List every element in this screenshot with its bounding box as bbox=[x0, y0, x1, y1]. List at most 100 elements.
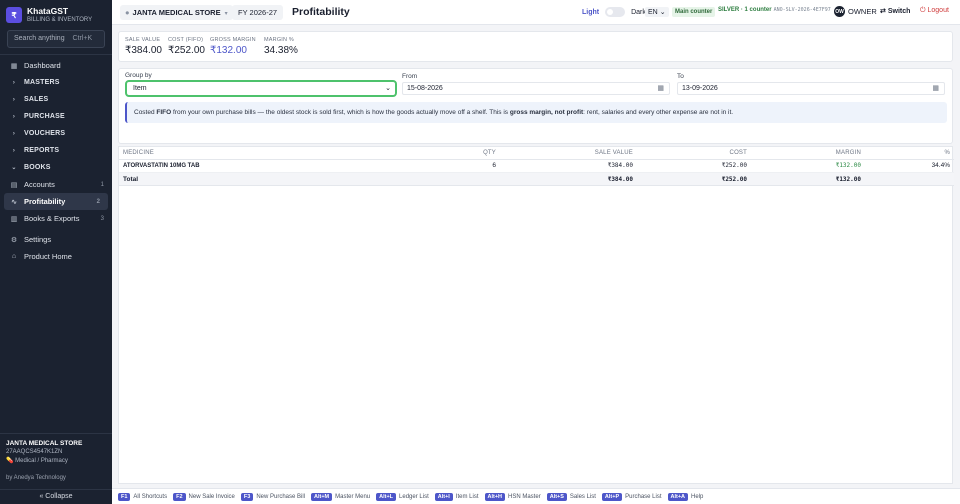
note-text: Costed bbox=[134, 109, 157, 116]
shortcut-item-list[interactable]: Alt+I Item List bbox=[434, 492, 479, 501]
shortcut-help[interactable]: Alt+A Help bbox=[667, 492, 703, 501]
sidebar-item-label: REPORTS bbox=[24, 147, 60, 154]
shortcut-key: F3 bbox=[240, 492, 254, 501]
shortcut-label: New Purchase Bill bbox=[256, 493, 305, 500]
total-label: Total bbox=[123, 176, 139, 183]
shortcut-ledger-list[interactable]: Alt+L Ledger List bbox=[376, 492, 429, 501]
topbar: ● JANTA MEDICAL STORE ▾ FY 2026-27 Profita… bbox=[112, 0, 960, 25]
group-by-value: Item bbox=[133, 85, 147, 92]
cell-margin: ₹132.00 bbox=[835, 162, 861, 169]
gear-icon: ⚙ bbox=[10, 236, 18, 244]
sidebar-item-label: PURCHASE bbox=[24, 113, 65, 120]
shortcut-purchase-list[interactable]: Alt+P Purchase List bbox=[601, 492, 662, 501]
search-placeholder: Search anything bbox=[14, 35, 65, 42]
cell-percent: 34.4% bbox=[931, 162, 950, 169]
trend-icon: ∿ bbox=[11, 198, 17, 206]
table-row[interactable]: ATORVASTATIN 10MG TAB 6 ₹384.00 ₹252.00 … bbox=[119, 159, 954, 173]
profitability-table: MEDICINE QTY SALE VALUE COST MARGIN % AT… bbox=[118, 146, 954, 484]
table-total-row: Total ₹384.00 ₹252.00 ₹132.00 bbox=[119, 173, 954, 186]
search-input[interactable]: Search anything Ctrl+K bbox=[7, 30, 105, 48]
note-text: from your own purchase bills — the oldes… bbox=[171, 109, 510, 116]
counter-badge[interactable]: Main counter bbox=[672, 7, 716, 17]
sidebar-item-label: BOOKS bbox=[24, 164, 51, 171]
shortcut-all[interactable]: F1 All Shortcuts bbox=[118, 492, 167, 501]
to-label: To bbox=[677, 73, 684, 80]
shortcut-label: Item List bbox=[455, 493, 479, 500]
license-badge: SILVER · 1 counter ANO-SLV-2026-4E7F97 bbox=[718, 7, 831, 13]
sidebar-item-books[interactable]: ⌄ BOOKS bbox=[0, 159, 112, 176]
language-selector[interactable]: EN ⌄ bbox=[645, 7, 669, 17]
group-by-select[interactable]: Item ⌄ bbox=[125, 80, 397, 97]
brand-name: KhataGST bbox=[27, 6, 69, 16]
shortcut-sales-list[interactable]: Alt+S Sales List bbox=[546, 492, 596, 501]
shortcut-hsn-master[interactable]: Alt+H HSN Master bbox=[484, 492, 541, 501]
license-tier: SILVER · 1 counter bbox=[718, 7, 772, 13]
chevron-down-icon: ▾ bbox=[224, 11, 228, 17]
sidebar-item-shortcut-number: 2 bbox=[96, 198, 100, 205]
calendar-icon[interactable]: ▦ bbox=[657, 83, 664, 94]
chevron-down-icon: ⌄ bbox=[385, 85, 391, 92]
fifo-info-note: Costed FIFO from your own purchase bills… bbox=[125, 102, 947, 123]
from-date-input[interactable]: 15-08-2026 ▦ bbox=[402, 82, 670, 95]
sidebar-item-label: Profitability bbox=[24, 197, 66, 206]
store-selector[interactable]: ● JANTA MEDICAL STORE ▾ bbox=[120, 5, 233, 20]
stat-value: ₹132.00 bbox=[210, 45, 247, 56]
chevron-right-icon: › bbox=[12, 96, 16, 103]
home-icon: ⌂ bbox=[11, 253, 17, 260]
sidebar-item-label: VOUCHERS bbox=[24, 130, 66, 137]
to-date-input[interactable]: 13-09-2026 ▦ bbox=[677, 82, 945, 95]
shortcut-label: Master Menu bbox=[335, 493, 371, 500]
shortcut-master-menu[interactable]: Alt+M Master Menu bbox=[311, 492, 371, 501]
shortcut-new-sale[interactable]: F2 New Sale Invoice bbox=[173, 492, 235, 501]
sidebar-item-accounts[interactable]: ▤ Accounts 1 bbox=[0, 176, 112, 193]
sidebar-item-settings[interactable]: ⚙ Settings bbox=[0, 231, 112, 248]
theme-switcher[interactable]: Light Dark bbox=[582, 7, 646, 17]
cell-qty: 6 bbox=[492, 162, 496, 169]
nav-divider bbox=[0, 54, 112, 55]
calendar-icon[interactable]: ▦ bbox=[932, 83, 939, 94]
store-type: 💊 Medical / Pharmacy bbox=[6, 457, 106, 466]
book-icon: ▥ bbox=[10, 215, 18, 223]
sidebar-item-masters[interactable]: › MASTERS bbox=[0, 74, 112, 91]
total-margin: ₹132.00 bbox=[835, 176, 861, 183]
store-type-label: Medical / Pharmacy bbox=[15, 458, 68, 464]
brand-logo-icon: ₹ bbox=[6, 7, 22, 23]
store-dot-icon: ● bbox=[125, 8, 130, 17]
cell-cost: ₹252.00 bbox=[721, 162, 747, 169]
sidebar-nav: ▦ Dashboard › MASTERS › SALES › PURCHASE… bbox=[0, 57, 112, 265]
sidebar-item-vouchers[interactable]: › VOUCHERS bbox=[0, 125, 112, 142]
shortcut-bar: F1 All Shortcuts F2 New Sale Invoice F3 New… bbox=[112, 488, 960, 504]
sidebar-item-purchase[interactable]: › PURCHASE bbox=[0, 108, 112, 125]
brand[interactable]: ₹ KhataGST BILLING & INVENTORY bbox=[6, 6, 92, 24]
theme-light-label[interactable]: Light bbox=[582, 9, 599, 16]
user-role: OWNER bbox=[848, 7, 877, 16]
brand-subtitle: BILLING & INVENTORY bbox=[27, 17, 93, 23]
from-date-value: 15-08-2026 bbox=[407, 85, 443, 92]
store-selector-label: JANTA MEDICAL STORE bbox=[132, 8, 221, 17]
total-cost: ₹252.00 bbox=[721, 176, 747, 183]
chevron-down-icon: ⌄ bbox=[659, 9, 666, 16]
stat-value: 34.38% bbox=[264, 45, 298, 56]
sidebar-item-sales[interactable]: › SALES bbox=[0, 91, 112, 108]
sidebar-item-product-home[interactable]: ⌂ Product Home bbox=[0, 248, 112, 265]
shortcut-new-purchase[interactable]: F3 New Purchase Bill bbox=[240, 492, 305, 501]
sidebar-item-dashboard[interactable]: ▦ Dashboard bbox=[0, 57, 112, 74]
sidebar-item-profitability[interactable]: ∿ Profitability 2 bbox=[4, 193, 108, 210]
collapse-button[interactable]: « Collapse bbox=[0, 489, 112, 504]
store-gstin: 27AAQCS4547K1ZN bbox=[6, 449, 63, 455]
store-name: JANTA MEDICAL STORE bbox=[6, 440, 83, 447]
stat-margin-percent: MARGIN % 34.38% bbox=[264, 37, 298, 56]
financial-year-selector[interactable]: FY 2026-27 bbox=[232, 5, 284, 20]
sidebar-item-books-exports[interactable]: ▥ Books & Exports 3 bbox=[0, 210, 112, 227]
logout-label: Logout bbox=[927, 7, 949, 14]
sidebar-item-label: Books & Exports bbox=[24, 214, 80, 223]
switch-button[interactable]: ⇄ Switch bbox=[880, 7, 910, 15]
theme-dark-label[interactable]: Dark bbox=[631, 9, 646, 16]
theme-toggle[interactable] bbox=[605, 7, 626, 17]
chevron-right-icon: › bbox=[12, 113, 16, 120]
logout-button[interactable]: ⏻ Logout bbox=[920, 7, 949, 15]
user-menu[interactable]: OW OWNER bbox=[834, 6, 877, 17]
stat-gross-margin: GROSS MARGIN ₹132.00 bbox=[210, 37, 256, 56]
sidebar-item-reports[interactable]: › REPORTS bbox=[0, 142, 112, 159]
stat-value: ₹384.00 bbox=[125, 45, 162, 56]
